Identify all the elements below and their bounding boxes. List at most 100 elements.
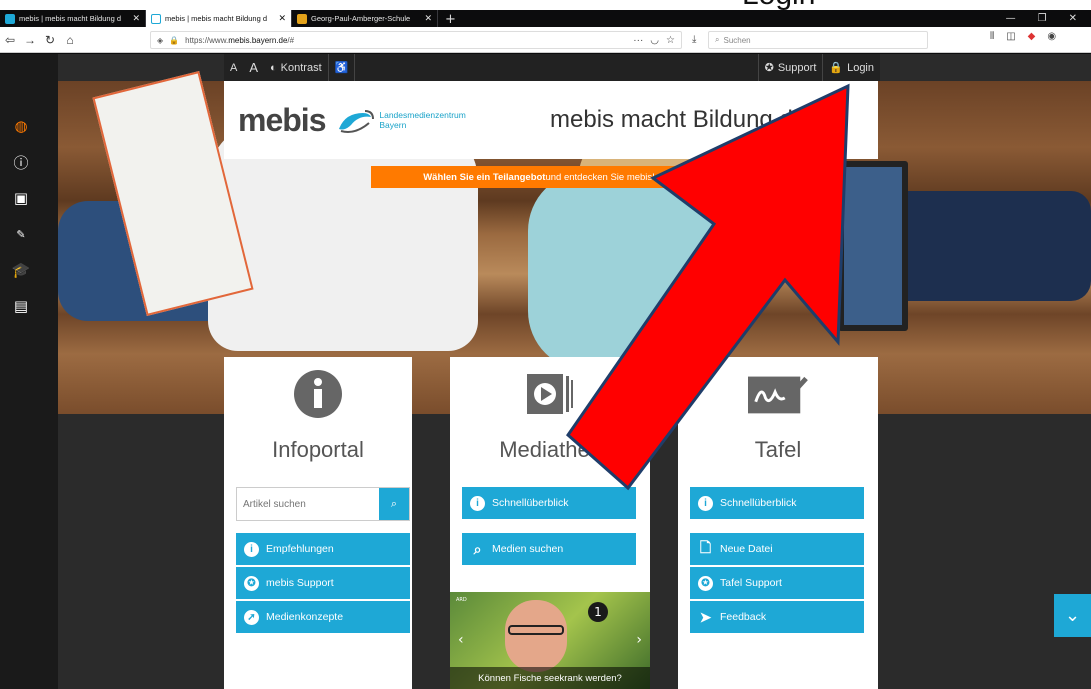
das-erste-logo-icon: 1 [588, 602, 608, 622]
archive-icon[interactable]: ▤ [11, 296, 31, 316]
schnellueberblick-button[interactable]: i Schnellüberblick [690, 487, 864, 520]
mebis-swoosh-icon [339, 110, 375, 134]
browser-window: mebis | mebis macht Bildung d ✕ mebis | … [0, 10, 1091, 689]
forward-icon[interactable]: → [20, 33, 40, 47]
search-icon: ⌕ [473, 540, 482, 557]
maximize-icon[interactable]: ❐ [1038, 13, 1047, 24]
schnellueberblick-button[interactable]: i Schnellüberblick [462, 487, 636, 520]
library-icon[interactable]: ⫴ [990, 31, 994, 42]
pocket-icon[interactable]: ◡ [650, 35, 659, 46]
mebis-support-button[interactable]: ✪ mebis Support [236, 567, 410, 600]
tab-1[interactable]: mebis | mebis macht Bildung d ✕ [0, 10, 146, 27]
article-search: ⌕ [236, 487, 410, 521]
search-bar[interactable]: ⌕ Suchen [708, 31, 928, 49]
empfehlungen-button[interactable]: i Empfehlungen [236, 533, 410, 566]
slogan: mebis macht Bildung digital [550, 106, 843, 133]
close-icon[interactable]: ✕ [132, 13, 140, 24]
support-button[interactable]: ✪ Support [757, 54, 823, 81]
home-icon[interactable]: ⌂ [60, 33, 80, 47]
site-sidebar: ◍ ⓘ ▣ ✎ 🎓 ▤ [0, 54, 58, 689]
lock-icon: 🔒 [829, 62, 844, 74]
medienkonzepte-button[interactable]: ➚ Medienkonzepte [236, 601, 410, 634]
info-icon[interactable]: ⓘ [11, 152, 31, 172]
download-icon[interactable]: ⤓ [692, 34, 696, 45]
mebis-logo[interactable]: mebis [238, 102, 375, 139]
tafel-big-icon [748, 369, 808, 419]
window-controls: — ❐ ✕ [1006, 10, 1091, 27]
logo-subtitle: Landesmedienzentrum Bayern [379, 110, 466, 130]
more-icon[interactable]: ··· [633, 35, 643, 46]
lifebuoy-icon: ✪ [244, 575, 259, 591]
school-favicon-icon [297, 13, 307, 24]
neue-datei-button[interactable]: 🗋 Neue Datei [690, 533, 864, 566]
tab-title: mebis | mebis macht Bildung d [165, 14, 267, 23]
contrast-button[interactable]: ◐ Kontrast [264, 62, 328, 74]
minimize-icon[interactable]: — [1006, 13, 1016, 24]
learning-platform-icon[interactable]: 🎓 [11, 260, 31, 280]
panel-mediathek: Mediathek i Schnellüberblick ⌕ Medien such… [450, 357, 650, 689]
caption-text: Login [742, 0, 815, 10]
new-tab-icon[interactable]: + [438, 12, 463, 27]
new-file-icon: 🗋 [699, 539, 712, 555]
reload-icon[interactable]: ↻ [40, 33, 60, 47]
article-search-input[interactable] [237, 488, 379, 520]
tafel-support-button[interactable]: ✪ Tafel Support [690, 567, 864, 600]
ublock-icon[interactable]: ◆ [1028, 31, 1036, 42]
close-window-icon[interactable]: ✕ [1069, 13, 1077, 24]
tab-2[interactable]: mebis | mebis macht Bildung d ✕ [146, 10, 292, 27]
font-larger-button[interactable]: A [243, 60, 264, 75]
url-bar[interactable]: ◈ 🔒 https://www.mebis.bayern.de/# ··· ◡ … [150, 31, 682, 49]
info-big-icon [288, 369, 348, 419]
contrast-icon: ◐ [270, 61, 277, 74]
tab-title: Georg-Paul-Amberger-Schule [311, 14, 411, 23]
font-smaller-button[interactable]: A [224, 62, 243, 74]
tab-title: mebis | mebis macht Bildung d [19, 14, 121, 23]
video-caption: Können Fische seekrank werden? [450, 667, 650, 689]
url-text: https://www.mebis.bayern.de/# [185, 35, 295, 45]
panel-title: Tafel [754, 437, 802, 462]
caption-strip: Login [0, 0, 1091, 10]
site-topbar: A A ◐ Kontrast ♿ ✪ Support 🔒 Login [224, 54, 880, 81]
panel-title: Infoportal [272, 437, 364, 462]
mebis-favicon-icon [151, 13, 161, 24]
shield-icon[interactable]: ◈ [157, 36, 163, 45]
mebis-favicon-icon [5, 13, 15, 24]
tafel-icon[interactable]: ✎ [11, 224, 31, 244]
tab-bar: mebis | mebis macht Bildung d ✕ mebis | … [0, 10, 1091, 27]
panel-tafel: Tafel i Schnellüberblick 🗋 Neue Datei ✪ Taf… [678, 357, 878, 689]
mediathek-big-icon [520, 369, 580, 419]
search-icon[interactable]: ⌕ [379, 488, 409, 520]
back-icon[interactable]: ⇦ [0, 33, 20, 47]
mebis-logo-icon[interactable]: ◍ [11, 116, 31, 136]
sidebar-icon[interactable]: ◫ [1006, 31, 1015, 42]
lifebuoy-icon: ✪ [764, 62, 774, 74]
info-icon: i [470, 495, 485, 511]
search-icon: ⌕ [715, 35, 720, 44]
scroll-down-button[interactable]: ⌄ [1054, 594, 1091, 637]
chevron-down-icon: ⌄ [1064, 605, 1081, 626]
feedback-button[interactable]: ➤ Feedback [690, 601, 864, 634]
close-icon[interactable]: ✕ [278, 13, 286, 24]
compass-icon: ➚ [244, 609, 259, 625]
bookmark-star-icon[interactable]: ☆ [666, 35, 675, 46]
medien-suchen-button[interactable]: ⌕ Medien suchen [462, 533, 636, 566]
prev-icon[interactable]: ‹ [458, 632, 464, 648]
offer-banner: Wählen Sie ein Teilangebot und entdecken… [371, 166, 707, 188]
search-placeholder: Suchen [723, 35, 751, 45]
mebis-site: ◍ ⓘ ▣ ✎ 🎓 ▤ A A ◐ Kontrast ♿ ✪ Support 🔒 Lo… [0, 54, 1091, 689]
tab-3[interactable]: Georg-Paul-Amberger-Schule ✕ [292, 10, 438, 27]
login-button[interactable]: 🔒 Login [822, 54, 880, 81]
lock-icon[interactable]: 🔒 [169, 36, 179, 45]
account-icon[interactable]: ◉ [1047, 31, 1056, 42]
info-icon: i [244, 541, 259, 557]
panel-infoportal: Infoportal ⌕ iEmpfehlungen ✪mebis Suppor… [224, 357, 412, 689]
accessibility-icon[interactable]: ♿ [329, 61, 355, 74]
send-icon: ➤ [699, 608, 712, 625]
next-icon[interactable]: › [636, 632, 642, 648]
toolbar-icons: ⫴ ◫ ◆ ◉ [990, 31, 1056, 42]
panel-title: Mediathek [499, 437, 601, 462]
video-teaser[interactable]: ARD 1 ‹ › Können Fische seekrank werden? [450, 592, 650, 689]
close-icon[interactable]: ✕ [424, 13, 432, 24]
info-icon: i [698, 495, 713, 511]
mediathek-icon[interactable]: ▣ [11, 188, 31, 208]
